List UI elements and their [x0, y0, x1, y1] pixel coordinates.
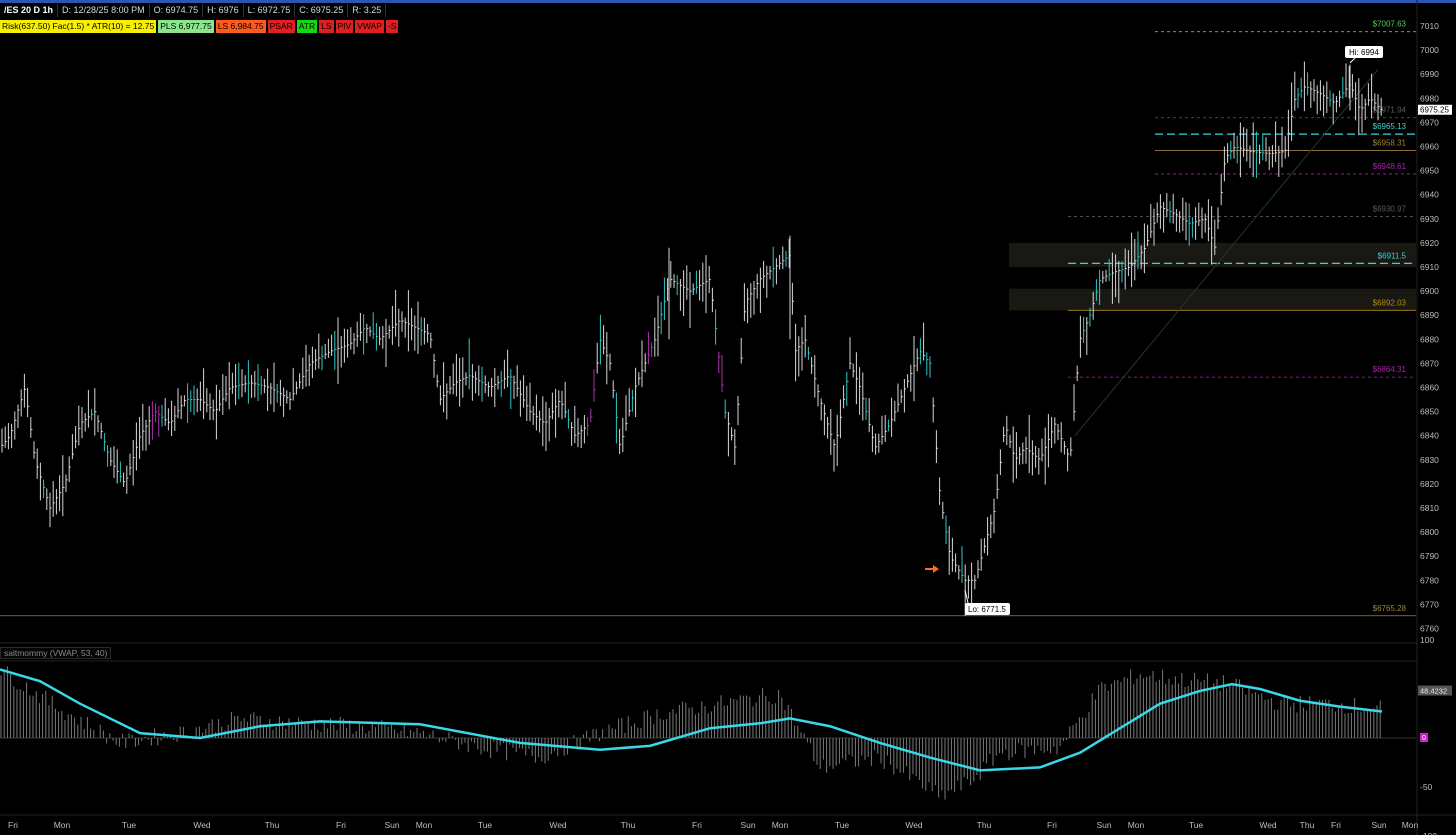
time-tick: Mon	[54, 820, 71, 830]
price-tick: 6960	[1420, 142, 1439, 152]
time-tick: Fri	[1047, 820, 1057, 830]
time-tick: Fri	[692, 820, 702, 830]
level-label-0: $7007.63	[1373, 20, 1407, 29]
time-tick: Sun	[1371, 820, 1386, 830]
level-label-4: $6948.61	[1373, 162, 1407, 171]
time-tick: Thu	[621, 820, 636, 830]
level-label-3: $6958.31	[1373, 139, 1407, 148]
time-tick: Sun	[740, 820, 755, 830]
time-tick: Tue	[835, 820, 850, 830]
level-label-9: $6765.28	[1373, 604, 1407, 613]
osc-tick: 100	[1420, 635, 1434, 645]
time-tick: Mon	[416, 820, 433, 830]
price-chart[interactable]: $7007.63$6971.94$6965.13$6958.31$6948.61…	[0, 0, 1456, 835]
time-tick: Fri	[1331, 820, 1341, 830]
price-tick: 6770	[1420, 599, 1439, 609]
osc-tick: -100	[1420, 831, 1437, 835]
price-tick: 6980	[1420, 93, 1439, 103]
time-tick: Mon	[1402, 820, 1419, 830]
time-tick: Mon	[1128, 820, 1145, 830]
price-tick: 6900	[1420, 286, 1439, 296]
price-tick: 6920	[1420, 238, 1439, 248]
price-tick: 7000	[1420, 45, 1439, 55]
price-tick: 7010	[1420, 21, 1439, 31]
osc-value-label: 48.4232	[1420, 687, 1447, 696]
zero-badge-label: 0	[1422, 735, 1426, 742]
time-tick: Fri	[336, 820, 346, 830]
price-tick: 6780	[1420, 575, 1439, 585]
zone-lower	[1009, 288, 1416, 311]
time-tick: Wed	[193, 820, 211, 830]
time-tick: Wed	[905, 820, 923, 830]
price-tick: 6810	[1420, 503, 1439, 513]
price-tick: 6940	[1420, 190, 1439, 200]
hi-pointer	[1349, 57, 1356, 64]
time-tick: Wed	[549, 820, 567, 830]
price-tick: 6930	[1420, 214, 1439, 224]
time-tick: Tue	[1189, 820, 1204, 830]
price-tick: 6880	[1420, 334, 1439, 344]
price-tick: 6890	[1420, 310, 1439, 320]
hi-label: Hi: 6994	[1349, 48, 1379, 57]
price-tick: 6950	[1420, 166, 1439, 176]
oscillator-title: saltmommy (VWAP, 53, 40)	[0, 647, 112, 659]
price-tick: 6970	[1420, 117, 1439, 127]
oscillator-line	[0, 668, 1383, 772]
time-tick: Tue	[122, 820, 137, 830]
time-tick: Tue	[478, 820, 493, 830]
time-tick: Wed	[1259, 820, 1277, 830]
time-tick: Thu	[977, 820, 992, 830]
level-label-8: $6864.31	[1373, 365, 1407, 374]
time-tick: Mon	[772, 820, 789, 830]
level-label-7: $6892.03	[1373, 298, 1407, 307]
price-tick: 6800	[1420, 527, 1439, 537]
price-tick: 6820	[1420, 479, 1439, 489]
time-tick: Fri	[8, 820, 18, 830]
price-tick: 6840	[1420, 431, 1439, 441]
lo-label: Lo: 6771.5	[968, 605, 1006, 614]
time-tick: Sun	[1096, 820, 1111, 830]
price-tick: 6790	[1420, 551, 1439, 561]
price-tick: 6990	[1420, 69, 1439, 79]
price-tick: 6870	[1420, 358, 1439, 368]
osc-tick: -50	[1420, 782, 1433, 792]
price-tick: 6850	[1420, 407, 1439, 417]
price-tick: 6860	[1420, 383, 1439, 393]
level-label-2: $6965.13	[1373, 122, 1407, 131]
time-tick: Thu	[265, 820, 280, 830]
time-tick: Sun	[384, 820, 399, 830]
level-label-6: $6911.5	[1378, 251, 1407, 260]
price-tick: 6830	[1420, 455, 1439, 465]
price-tick: 6760	[1420, 624, 1439, 634]
price-tick: 6910	[1420, 262, 1439, 272]
current-price-label: 6975.25	[1420, 106, 1449, 115]
signal-arrow-icon	[925, 565, 939, 573]
time-tick: Thu	[1300, 820, 1315, 830]
level-label-5: $6930.97	[1373, 204, 1407, 213]
